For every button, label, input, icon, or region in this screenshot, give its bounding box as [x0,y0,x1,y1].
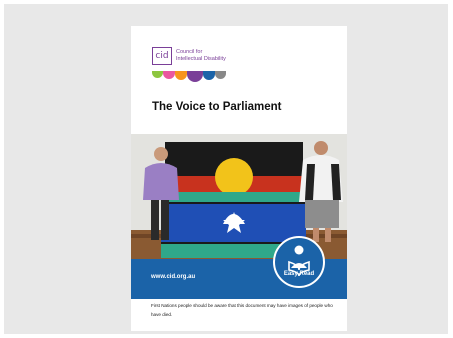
logo-mark: cid [152,47,172,65]
document-cover-page: cid Council for Intellectual Disability … [131,26,347,331]
easy-read-badge: Easy Read [273,236,325,288]
website-link[interactable]: www.cid.org.au [151,274,195,280]
logo-org-name: Council for Intellectual Disability [176,49,236,62]
easy-read-label: Easy Read [283,271,315,277]
logo-dot [187,71,203,82]
logo-dot [152,71,163,78]
logo-dots [152,71,232,82]
page-title: The Voice to Parliament [152,101,282,113]
cid-logo: cid Council for Intellectual Disability [152,47,232,83]
logo-dot [175,71,187,80]
logo-org-line2: Intellectual Disability [176,55,226,62]
logo-dot [203,71,215,80]
logo-dot [215,71,226,79]
reading-person-icon [288,245,310,277]
logo-dot [163,71,175,79]
document-viewer: cid Council for Intellectual Disability … [4,4,448,334]
disclaimer-text: First Nations people should be aware tha… [151,303,333,317]
